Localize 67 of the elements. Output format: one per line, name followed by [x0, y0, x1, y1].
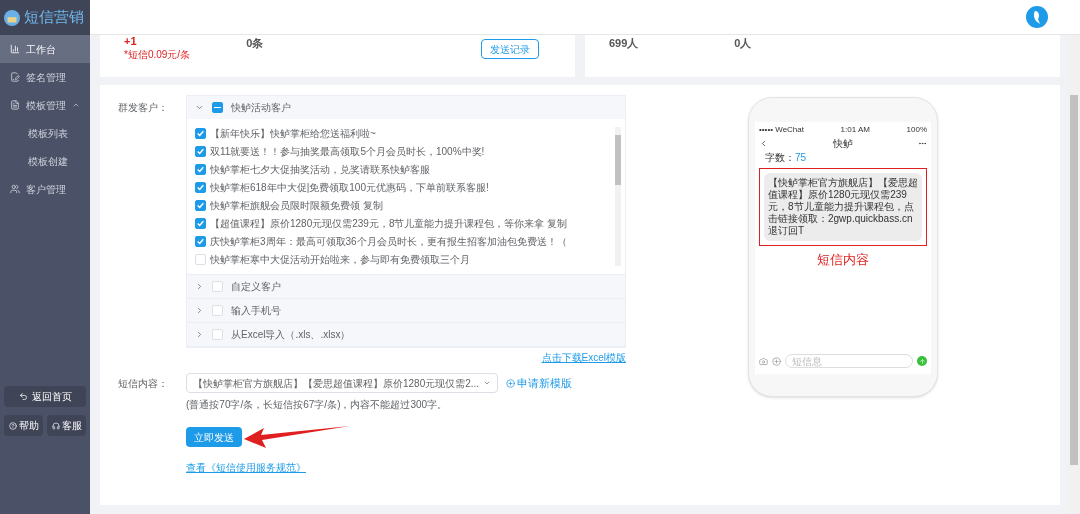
sidebar-subitem[interactable]: 模板创建 [0, 147, 90, 175]
checkbox[interactable] [195, 200, 206, 211]
checkbox-row[interactable]: 快鲈掌柜七夕大促抽奖活动，兑奖请联系快鲈客服 [195, 163, 615, 176]
sidebar-subitem[interactable]: 模板列表 [0, 119, 90, 147]
checkbox[interactable] [195, 128, 206, 139]
checkbox-row[interactable]: 庆快鲈掌柜3周年：最高可领取36个月会员时长，更有报生招客加油包免费送！（ [195, 235, 615, 248]
length-hint: (普通按70字/条，长短信按67字/条)，内容不能超过300字。 [186, 398, 449, 412]
service-button[interactable]: 客服 [47, 415, 86, 436]
page-scrollbar[interactable] [1068, 35, 1080, 514]
balance-value: +1 [124, 35, 138, 49]
avatar-icon[interactable] [1026, 6, 1048, 28]
group-header[interactable]: 自定义客户 [187, 275, 625, 298]
sidebar-item[interactable]: 客户管理 [0, 175, 90, 203]
checkbox-row[interactable]: 【新年快乐】快鲈掌柜给您送福利啦~ [195, 127, 615, 140]
price-note: *短信0.09元/条 [124, 48, 191, 62]
plus-icon [506, 378, 516, 388]
send-record-button[interactable]: 发送记录 [481, 39, 539, 59]
download-excel-link[interactable]: 点击下载Excel模版 [541, 350, 626, 365]
customer-count: 0人 [734, 36, 752, 51]
content-label: 短信内容： [118, 376, 169, 391]
app-title: 短信营销 [24, 7, 84, 28]
back-icon[interactable] [759, 138, 768, 148]
headset-icon [51, 421, 60, 430]
bar-chart-icon [10, 44, 20, 54]
help-icon [8, 421, 17, 430]
time-text: 1:01 AM [840, 124, 870, 136]
checkbox-row[interactable]: 快鲈掌柜旗舰会员限时限额免费领 复制 [195, 199, 615, 212]
logo-icon [4, 9, 20, 26]
checkbox-row[interactable]: 快鲈掌柜618年中大促|免费领取100元优惠码，下单前联系客服! [195, 181, 615, 194]
checkbox-row[interactable]: 双11就要送！！参与抽奖最高领取5个月会员时长，100%中奖! [195, 145, 615, 158]
recipients-label: 群发客户： [118, 101, 169, 115]
group-header[interactable]: 从Excel导入（.xls、.xlsx） [187, 323, 625, 346]
help-button[interactable]: 帮助 [4, 415, 43, 436]
group-header[interactable]: 输入手机号 [187, 299, 625, 322]
send-icon[interactable] [917, 356, 927, 366]
camera-icon[interactable] [759, 356, 768, 366]
checkbox[interactable] [195, 218, 206, 229]
checkbox[interactable] [195, 236, 206, 247]
carrier-text: ••••• WeChat [759, 124, 804, 136]
checkbox-row[interactable]: 快鲈掌柜寒中大促活动开始啦来，参与即有免费领取三个月 [195, 253, 615, 266]
battery-text: 100% [906, 124, 927, 136]
users-icon [10, 184, 20, 194]
signature-icon [10, 72, 20, 82]
document-icon [10, 100, 20, 110]
count-label: 字数： [765, 151, 795, 165]
new-template-link[interactable]: 申请新模版 [506, 374, 573, 392]
checkbox[interactable] [212, 102, 223, 113]
annotation-label: 短信内容 [816, 251, 870, 269]
template-select[interactable]: 【快鲈掌柜官方旗舰店】【爱思超值课程】原价1280元现仅需2... [186, 373, 499, 393]
group-header[interactable]: 快鲈活动客户 [187, 96, 625, 119]
checkbox[interactable] [195, 182, 206, 193]
sidebar-item[interactable]: 签名管理 [0, 63, 90, 91]
checkbox[interactable] [195, 164, 206, 175]
checkbox[interactable] [195, 146, 206, 157]
customer-count: 699人 [609, 36, 639, 51]
scrollbar[interactable] [615, 127, 621, 266]
return-arrow-icon [18, 392, 28, 401]
terms-link[interactable]: 查看《短信使用服务规范》 [186, 460, 306, 475]
checkbox-row[interactable]: 【超值课程】原价1280元现仅需239元，8节儿童能力提升课程包，等你来拿 复制 [195, 217, 615, 230]
sent-count: 0条 [246, 36, 265, 51]
message-bubble: 【快鲈掌柜官方旗舰店】【爱思超值课程】原价1280元现仅需239元，8节儿童能力提升课程包，点击链接领取：2gwp.quickbass.cn 退订回T [764, 173, 922, 241]
chat-title: 快鲈 [833, 136, 853, 151]
back-home-button[interactable]: 返回首页 [4, 386, 86, 407]
chevron-down-icon [483, 379, 492, 387]
sidebar-item[interactable]: 工作台 [0, 35, 90, 63]
count-value: 75 [795, 151, 807, 165]
sidebar-item[interactable]: 模板管理 [0, 91, 90, 119]
